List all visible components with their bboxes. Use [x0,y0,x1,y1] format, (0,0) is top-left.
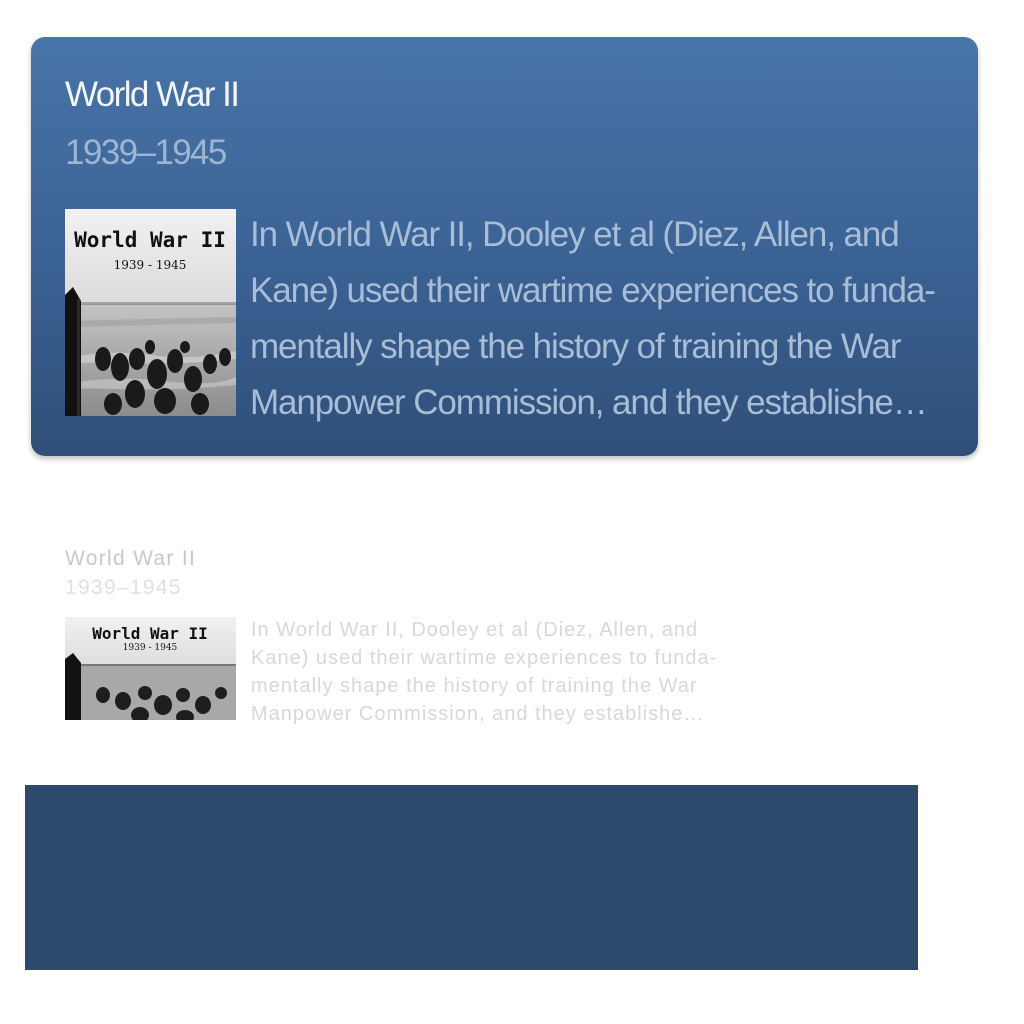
card-date: 1939–1945 [65,133,227,172]
card-description: In World War II, Dooley et al (Diez, All… [250,207,950,431]
svg-text:1939 - 1945: 1939 - 1945 [123,643,178,653]
card-title: World War II [65,547,197,570]
description-line: mentally shape the history of training t… [250,327,902,366]
description-line: Manpower Commission, and they establishe… [250,383,928,422]
page: World War II 1939–1945 World War II 1939… [0,0,1024,1024]
card-date: 1939–1945 [65,576,182,599]
description-line: In World War II, Dooley et al (Diez, All… [251,619,699,641]
description-line: Manpower Commission, and they establishe… [251,703,705,725]
description-line: Kane) used their wartime experiences to … [251,647,718,669]
book-cover-image: World War II 1939 - 1945 [65,617,236,720]
bottom-panel [25,785,918,970]
card-title: World War II [65,75,240,114]
svg-text:World War II: World War II [92,624,208,643]
svg-text:World War II: World War II [74,228,226,252]
description-line: In World War II, Dooley et al (Diez, All… [250,215,900,254]
description-line: mentally shape the history of training t… [251,675,698,697]
book-cover-image: World War II 1939 - 1945 [65,209,236,416]
featured-card[interactable]: World War II 1939–1945 World War II 1939… [31,37,978,456]
card-description: In World War II, Dooley et al (Diez, All… [251,616,951,728]
svg-text:1939 - 1945: 1939 - 1945 [114,258,187,272]
description-line: Kane) used their wartime experiences to … [250,271,936,310]
